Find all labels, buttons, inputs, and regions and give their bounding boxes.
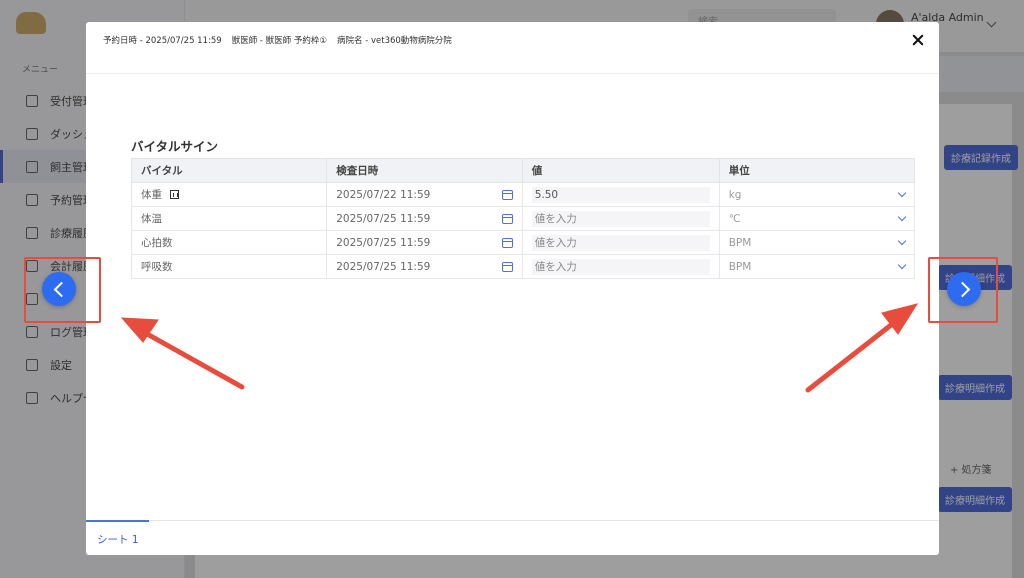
value-input[interactable]: 値を入力	[531, 210, 710, 227]
hospital-field: 病院名 - vet360動物病院分院	[337, 36, 452, 46]
header-unit: 単位	[718, 158, 916, 183]
unit-select[interactable]: BPM	[718, 254, 916, 279]
unit-select[interactable]: ℃	[718, 206, 916, 231]
vet-field: 獣医師 - 獣医師 予約枠①	[231, 36, 327, 46]
calendar-icon[interactable]	[501, 213, 513, 224]
vital-name: 心拍数	[130, 230, 328, 255]
date-cell[interactable]: 2025/07/25 11:59	[326, 230, 523, 255]
header-vital: バイタル	[130, 158, 328, 183]
date-cell[interactable]: 2025/07/22 11:59	[326, 182, 523, 207]
value-cell[interactable]: 値を入力	[521, 254, 720, 279]
unit-select[interactable]: kg	[718, 182, 916, 207]
modal-header: 予約日時 - 2025/07/25 11:59 獣医師 - 獣医師 予約枠① 病…	[86, 22, 939, 74]
appointment-info: 予約日時 - 2025/07/25 11:59 獣医師 - 獣医師 予約枠① 病…	[103, 34, 452, 46]
table-header-row: バイタル 検査日時 値 単位	[130, 158, 916, 183]
value-input[interactable]: 値を入力	[531, 234, 710, 251]
date-cell[interactable]: 2025/07/25 11:59	[326, 206, 523, 231]
chevron-down-icon	[897, 212, 907, 222]
close-button[interactable]	[909, 32, 927, 50]
calendar-icon[interactable]	[501, 237, 513, 248]
header-date: 検査日時	[326, 158, 523, 183]
modal-footer: シート 1	[86, 520, 939, 555]
vital-name: 体温	[130, 206, 328, 231]
date-field: 予約日時 - 2025/07/25 11:59	[103, 36, 222, 46]
unit-select[interactable]: BPM	[718, 230, 916, 255]
section-title: バイタルサイン	[131, 139, 219, 154]
vital-name: 呼吸数	[130, 254, 328, 279]
table-row: 体温 2025/07/25 11:59 値を入力 ℃	[130, 206, 916, 231]
chevron-down-icon	[897, 188, 907, 198]
date-cell[interactable]: 2025/07/25 11:59	[326, 254, 523, 279]
value-cell[interactable]: 値を入力	[521, 230, 720, 255]
table-row: 体重 2025/07/22 11:59 5.50 kg	[130, 182, 916, 207]
value-cell[interactable]: 5.50	[521, 182, 720, 207]
chevron-down-icon	[897, 236, 907, 246]
vitals-table: バイタル 検査日時 値 単位 体重 2025/07/22 11:59 5.50 …	[130, 158, 916, 279]
vital-name: 体重	[130, 182, 328, 207]
table-row: 心拍数 2025/07/25 11:59 値を入力 BPM	[130, 230, 916, 255]
chart-icon[interactable]	[170, 190, 179, 199]
header-value: 値	[521, 158, 720, 183]
vitals-modal: 予約日時 - 2025/07/25 11:59 獣医師 - 獣医師 予約枠① 病…	[86, 22, 939, 555]
calendar-icon[interactable]	[501, 261, 513, 272]
tab-sheet-1[interactable]: シート 1	[86, 520, 149, 555]
previous-button[interactable]	[42, 272, 76, 306]
calendar-icon[interactable]	[501, 189, 513, 200]
chevron-down-icon	[897, 260, 907, 270]
value-input[interactable]: 値を入力	[531, 258, 710, 275]
value-input[interactable]: 5.50	[531, 186, 710, 203]
table-row: 呼吸数 2025/07/25 11:59 値を入力 BPM	[130, 254, 916, 279]
next-button[interactable]	[947, 272, 981, 306]
value-cell[interactable]: 値を入力	[521, 206, 720, 231]
